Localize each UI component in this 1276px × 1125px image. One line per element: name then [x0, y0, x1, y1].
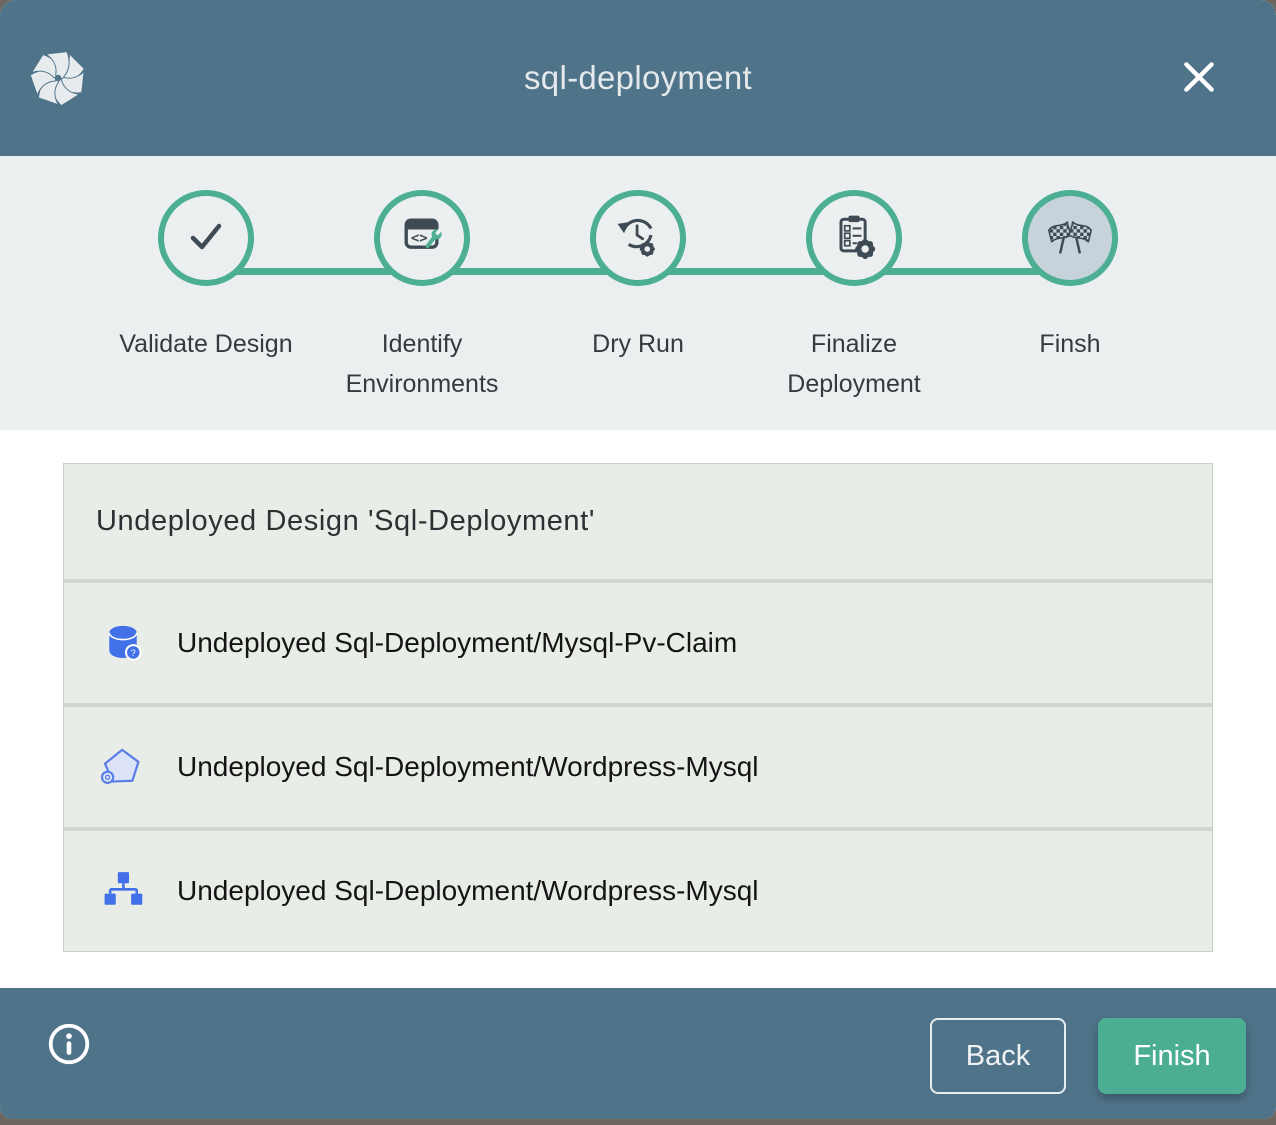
status-text: Undeployed Sql-Deployment/Mysql-Pv-Claim	[177, 627, 737, 659]
list-item-mysql-pv-claim: ? Undeployed Sql-Deployment/Mysql-Pv-Cla…	[64, 583, 1212, 703]
deployment-wizard-dialog: sql-deployment Valida	[0, 0, 1276, 1119]
step-validate-design: Validate Design	[98, 190, 314, 404]
list-item-design: Undeployed Design 'Sql-Deployment'	[64, 464, 1212, 579]
finish-button[interactable]: Finish	[1098, 1018, 1246, 1094]
step-finalize-deployment: Finalize Deployment	[746, 190, 962, 404]
service-pentagon-icon	[99, 743, 147, 791]
step-label: Identify Environments	[332, 324, 512, 404]
step-finish: Finsh	[962, 190, 1178, 404]
topology-icon	[99, 867, 147, 915]
status-text: Undeployed Sql-Deployment/Wordpress-Mysq…	[177, 875, 759, 907]
dialog-footer: Back Finish	[0, 988, 1276, 1119]
step-circle-finish[interactable]	[1022, 190, 1118, 286]
list-item-wordpress-mysql-service: Undeployed Sql-Deployment/Wordpress-Mysq…	[64, 707, 1212, 827]
back-button[interactable]: Back	[930, 1018, 1066, 1094]
status-list: Undeployed Design 'Sql-Deployment' ? Und…	[63, 463, 1213, 952]
step-circle-validate-design[interactable]	[158, 190, 254, 286]
step-label: Finalize Deployment	[764, 324, 944, 404]
clipboard-gear-icon	[828, 210, 880, 267]
step-dry-run: Dry Run	[530, 190, 746, 404]
wizard-stepper: Validate Design <>	[0, 156, 1276, 430]
dialog-title: sql-deployment	[0, 0, 1276, 156]
step-label: Validate Design	[116, 324, 296, 364]
step-identify-environments: <> Identify Environments	[314, 190, 530, 404]
code-window-wrench-icon: <>	[396, 210, 448, 267]
svg-text:<>: <>	[411, 230, 428, 246]
info-icon	[46, 1055, 92, 1070]
check-icon	[182, 212, 230, 265]
close-icon	[1178, 86, 1220, 101]
dialog-header: sql-deployment	[0, 0, 1276, 156]
close-button[interactable]	[1178, 56, 1220, 98]
sync-clock-gear-icon	[612, 210, 664, 267]
info-button[interactable]	[46, 1021, 92, 1067]
svg-text:?: ?	[131, 648, 136, 658]
step-circle-finalize-deployment[interactable]	[806, 190, 902, 286]
database-icon: ?	[99, 619, 147, 667]
step-label: Finsh	[980, 324, 1160, 364]
checkered-flags-icon	[1043, 209, 1097, 268]
status-text: Undeployed Sql-Deployment/Wordpress-Mysq…	[177, 751, 759, 783]
list-item-wordpress-mysql-topology: Undeployed Sql-Deployment/Wordpress-Mysq…	[64, 831, 1212, 951]
deployment-status-panel: Undeployed Design 'Sql-Deployment' ? Und…	[0, 430, 1276, 988]
status-text: Undeployed Design 'Sql-Deployment'	[96, 505, 595, 538]
step-circle-identify-environments[interactable]: <>	[374, 190, 470, 286]
step-label: Dry Run	[548, 324, 728, 364]
step-circle-dry-run[interactable]	[590, 190, 686, 286]
